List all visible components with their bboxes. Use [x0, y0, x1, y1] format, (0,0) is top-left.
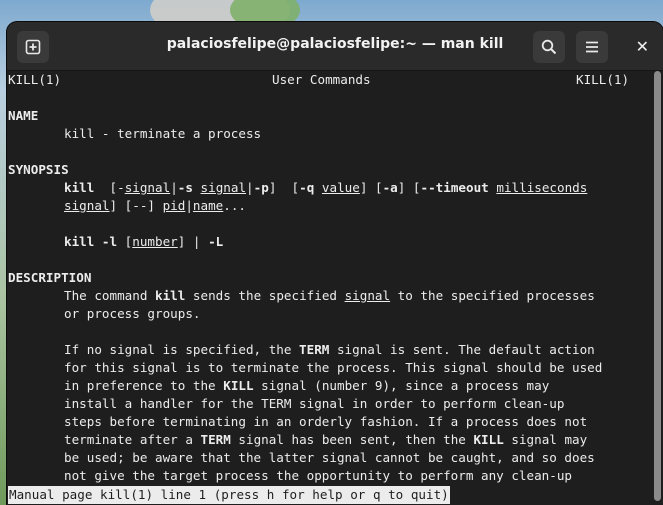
- man-header-right: KILL(1): [576, 72, 630, 87]
- desc-bold: KILL: [223, 378, 254, 393]
- syn-text: ] |: [177, 234, 209, 249]
- section-synopsis-heading: SYNOPSIS: [8, 162, 69, 177]
- desc-bold: kill: [155, 288, 186, 303]
- syn-text: [193, 180, 201, 195]
- desc-underline: signal: [344, 288, 391, 303]
- opt-q: -q: [299, 180, 315, 195]
- description-line: not give the target process the opportun…: [64, 468, 572, 483]
- arg-milliseconds: milliseconds: [496, 180, 588, 195]
- search-icon: [541, 39, 557, 55]
- synopsis-line-2: signal] [--] pid|name...: [64, 197, 246, 215]
- synopsis-line-3: kill -l [number] | -L: [64, 233, 223, 251]
- desc-text: The command: [64, 288, 155, 303]
- syn-text: ] [--]: [109, 198, 163, 213]
- desc-text: sends the specified: [185, 288, 345, 303]
- opt-p: -p: [253, 180, 269, 195]
- syn-text: [: [117, 234, 133, 249]
- opt-timeout: --timeout: [420, 180, 489, 195]
- desc-text: signal has been sent, then the: [230, 432, 474, 447]
- syn-text: [314, 180, 322, 195]
- terminal-window: palaciosfelipe@palaciosfelipe:~ — man ki…: [7, 22, 663, 505]
- syn-text: |: [246, 180, 254, 195]
- syn-text: ] [: [268, 180, 300, 195]
- arg-value: value: [321, 180, 360, 195]
- syn-text: ...: [223, 198, 247, 213]
- menu-button[interactable]: [576, 31, 608, 63]
- section-name-heading: NAME: [8, 108, 39, 123]
- syn-text: |: [170, 180, 178, 195]
- desc-text: in preference to the: [64, 378, 224, 393]
- arg-number: number: [132, 234, 178, 249]
- description-line: terminate after a TERM signal has been s…: [64, 431, 587, 449]
- desc-text: signal (number 9), since a process may: [253, 378, 550, 393]
- man-header-left: KILL(1): [8, 72, 62, 87]
- terminal-content[interactable]: KILL(1) User Commands KILL(1) NAME kill …: [7, 71, 663, 505]
- cmd-kill-l: kill -l: [64, 234, 118, 249]
- close-button[interactable]: ✕: [636, 37, 649, 56]
- syn-text: [-: [94, 180, 125, 195]
- desc-bold: TERM: [200, 432, 231, 447]
- pager-status-line: Manual page kill(1) line 1 (press h for …: [8, 486, 450, 504]
- opt-s: -s: [177, 180, 193, 195]
- search-button[interactable]: [533, 31, 565, 63]
- hamburger-menu-icon: [586, 41, 598, 53]
- description-line: steps before terminating in an orderly f…: [64, 414, 588, 429]
- desc-text: signal may: [503, 432, 588, 447]
- description-line: The command kill sends the specified sig…: [64, 287, 595, 305]
- arg-pid: pid: [162, 198, 186, 213]
- desc-bold: KILL: [473, 432, 504, 447]
- desc-text: signal is sent. The default action: [329, 342, 595, 357]
- description-line: for this signal is to terminate the proc…: [64, 360, 603, 375]
- description-line: install a handler for the TERM signal in…: [64, 396, 565, 411]
- desc-bold: TERM: [299, 342, 330, 357]
- arg-signal: signal: [124, 180, 171, 195]
- description-line: or process groups.: [64, 306, 201, 321]
- syn-text: ] [: [397, 180, 421, 195]
- scrollbar-thumb[interactable]: [654, 71, 661, 501]
- cmd-kill: kill: [64, 180, 95, 195]
- arg-signal: signal: [64, 198, 110, 213]
- section-description-heading: DESCRIPTION: [8, 270, 92, 285]
- close-icon: ✕: [635, 37, 649, 56]
- man-header-center: User Commands: [272, 72, 371, 87]
- arg-name: name: [192, 198, 224, 213]
- name-text: kill - terminate a process: [64, 126, 262, 141]
- synopsis-line-1: kill [-signal|-s signal|-p] [-q value] […: [64, 179, 587, 197]
- syn-text: ] [: [359, 180, 383, 195]
- desc-text: to the specified processes: [390, 288, 595, 303]
- syn-text: |: [185, 198, 193, 213]
- description-line: If no signal is specified, the TERM sign…: [64, 341, 595, 359]
- opt-L: -L: [208, 234, 224, 249]
- title-bar: palaciosfelipe@palaciosfelipe:~ — man ki…: [7, 22, 663, 71]
- description-line: in preference to the KILL signal (number…: [64, 377, 549, 395]
- arg-signal: signal: [200, 180, 247, 195]
- scrollbar[interactable]: [654, 71, 661, 505]
- opt-a: -a: [382, 180, 398, 195]
- desc-text: If no signal is specified, the: [64, 342, 300, 357]
- desc-text: terminate after a: [64, 432, 201, 447]
- description-line: be used; be aware that the latter signal…: [64, 450, 595, 465]
